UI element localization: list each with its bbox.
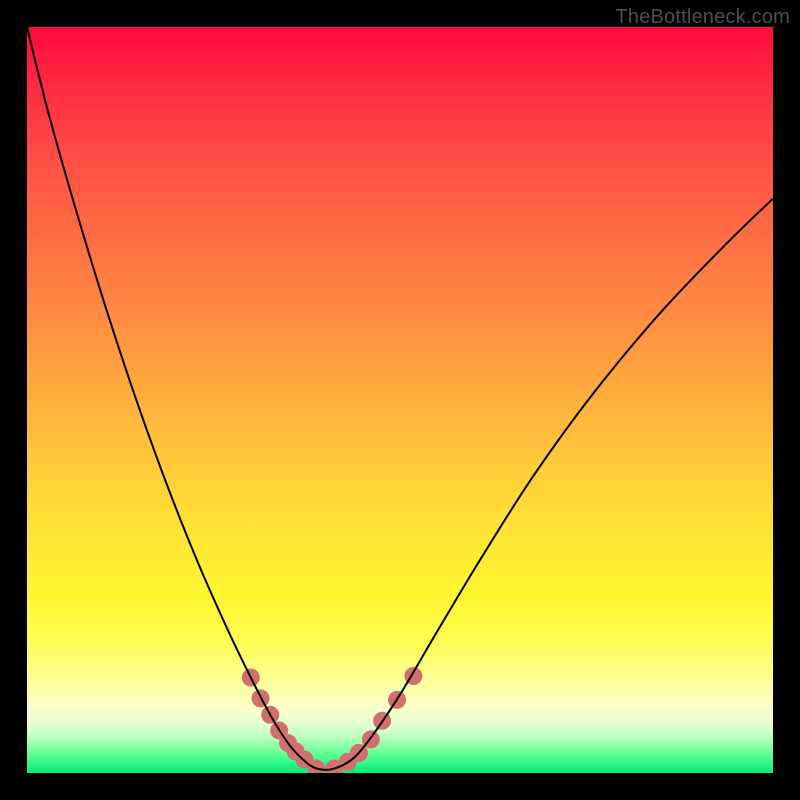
chart-svg xyxy=(27,27,773,773)
plot-area xyxy=(27,27,773,773)
watermark-text: TheBottleneck.com xyxy=(615,6,790,29)
marker-layer xyxy=(242,667,423,773)
bottleneck-curve xyxy=(27,27,773,770)
chart-frame: TheBottleneck.com xyxy=(0,0,800,800)
